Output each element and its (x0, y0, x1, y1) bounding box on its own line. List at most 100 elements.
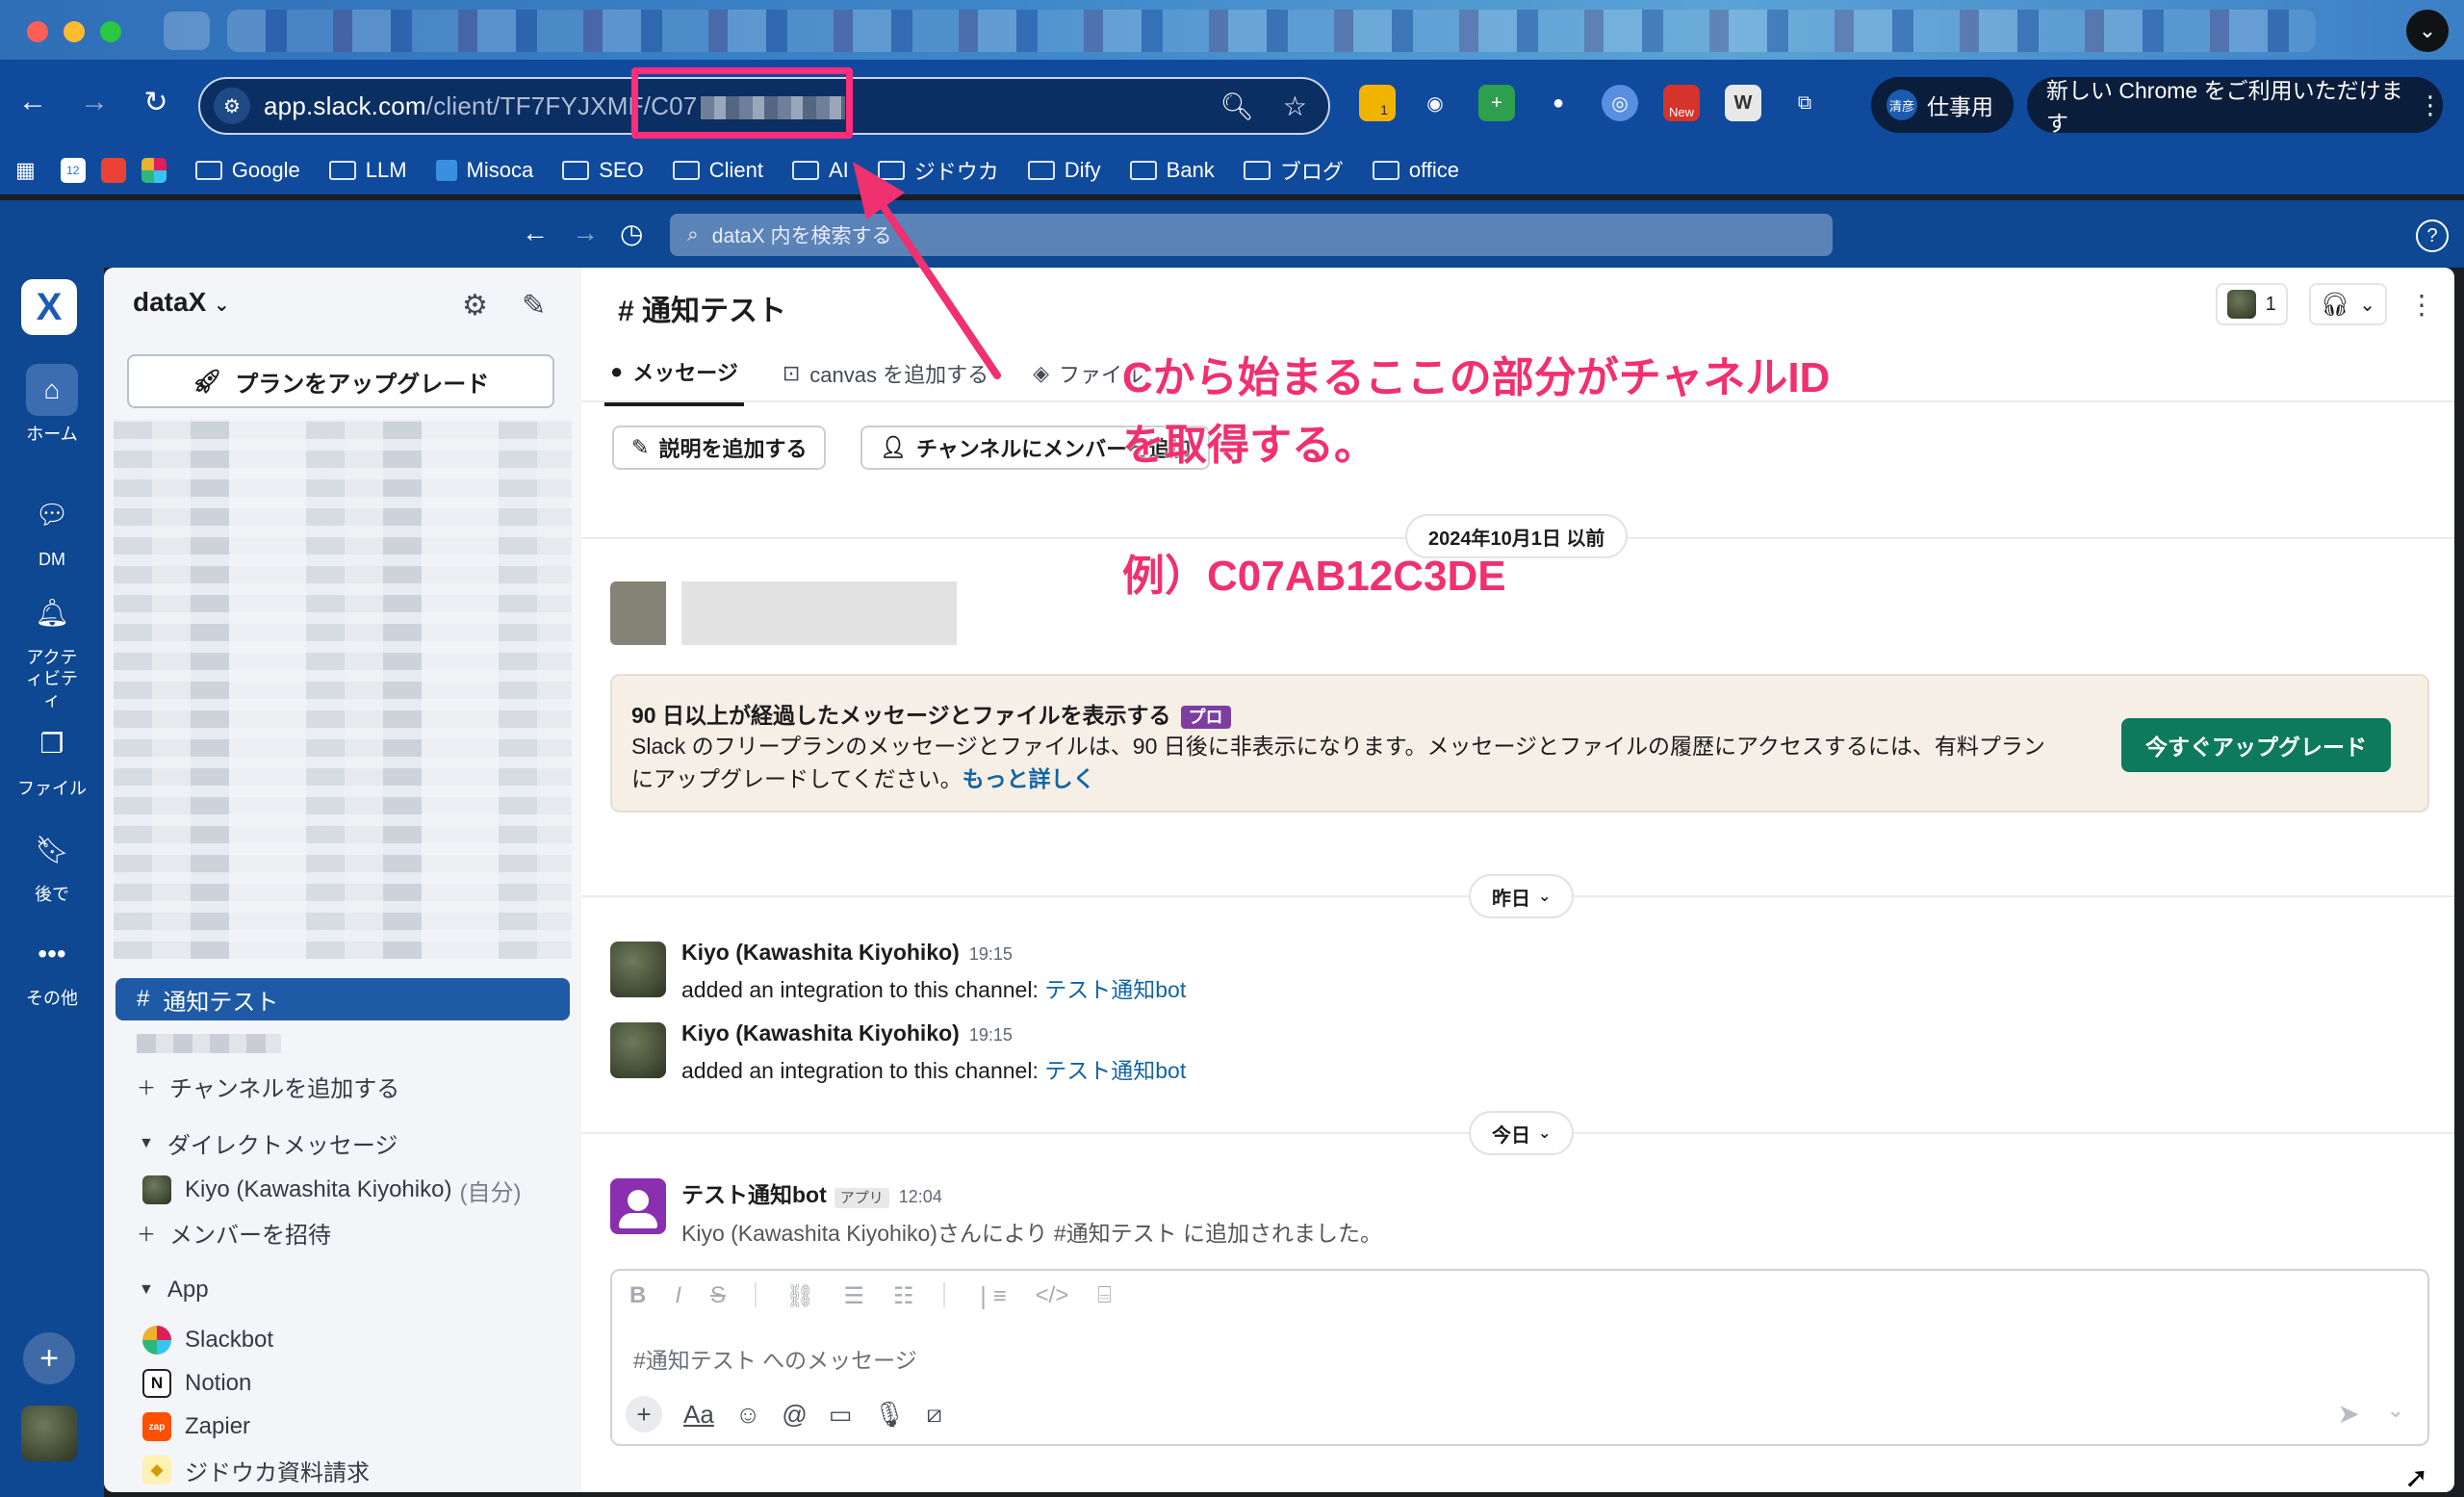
strikethrough-icon[interactable]: S (710, 1282, 726, 1310)
message-author[interactable]: Kiyo (Kawashita Kiyohiko) (681, 940, 960, 965)
chevron-down-icon[interactable]: ⌄ (2359, 293, 2375, 317)
bookmark-folder[interactable]: ブログ (1243, 155, 1344, 186)
bookmark-folder[interactable]: Bank (1129, 158, 1215, 183)
tab-search-chevron-icon[interactable]: ⌄ (2406, 10, 2449, 52)
history-back-icon[interactable]: ← (522, 218, 549, 248)
message-avatar[interactable] (610, 942, 666, 997)
video-icon[interactable]: ▭ (829, 1400, 853, 1430)
window-minimize-button[interactable] (64, 21, 85, 42)
extension-search-icon[interactable]: ◎ (1602, 85, 1638, 121)
add-workspace-button[interactable]: + (23, 1332, 75, 1384)
extensions-puzzle-icon[interactable]: ⧉ (1786, 85, 1823, 121)
chrome-update-button[interactable]: 新しい Chrome をご利用いただけます ⋮ (2027, 77, 2443, 136)
rail-item-2[interactable]: 🔔︎ アクティビティ (0, 587, 104, 710)
sidebar-channel-redacted[interactable] (116, 1022, 570, 1065)
slack-search-input[interactable]: ⌕ dataX 内を検索する (670, 214, 1833, 256)
reload-icon[interactable]: ↻ (137, 83, 175, 121)
huddle-button[interactable]: 🎧︎ ⌄ (2308, 283, 2387, 325)
extension-new-icon[interactable]: New (1663, 85, 1700, 121)
code-block-icon[interactable]: ⌸ (1097, 1282, 1111, 1310)
apps-grid-icon[interactable]: ▦ (15, 158, 36, 183)
bold-icon[interactable]: B (629, 1282, 646, 1310)
message-time[interactable]: 12:04 (899, 1187, 942, 1206)
bot-avatar[interactable] (610, 1178, 666, 1234)
extension-notes-icon[interactable]: 1 (1359, 85, 1396, 121)
help-icon[interactable]: ? (2416, 219, 2449, 252)
sidebar-dm-user[interactable]: Kiyo (Kawashita Kiyohiko) (自分) (116, 1169, 570, 1211)
rail-item-5[interactable]: ••• その他 (0, 928, 104, 1009)
calendar-bookmark-icon[interactable]: 12 (60, 158, 86, 183)
browser-tab-slack[interactable] (164, 12, 210, 50)
date-pill-today[interactable]: 今日 ⌄ (1469, 1111, 1575, 1155)
bot-name[interactable]: テスト通知bot (681, 1182, 827, 1207)
gmail-bookmark-icon[interactable] (100, 158, 126, 183)
tab-1[interactable]: ⊡ canvas を追加する (777, 347, 994, 406)
sidebar-app-item[interactable]: zap Zapier (116, 1406, 570, 1448)
rail-item-0[interactable]: ⌂ ホーム (0, 364, 104, 445)
kebab-menu-icon[interactable]: ⋮ (2408, 289, 2435, 321)
invite-members-button[interactable]: ＋ メンバーを招待 (116, 1211, 570, 1253)
message-time[interactable]: 19:15 (969, 1025, 1013, 1045)
add-channel-button[interactable]: ＋ チャンネルを追加する (116, 1065, 570, 1107)
rail-item-4[interactable]: 🔖︎ 後で (0, 824, 104, 905)
sidebar-channel-active[interactable]: # 通知テスト (116, 978, 570, 1020)
compose-icon[interactable]: ✎ (522, 289, 546, 323)
history-forward-icon[interactable]: → (572, 218, 599, 248)
zoom-icon[interactable]: 🔍︎ (1219, 90, 1254, 122)
extension-pokeball-icon[interactable]: ● (1540, 85, 1577, 121)
italic-icon[interactable]: I (675, 1282, 681, 1310)
emoji-icon[interactable]: ☺ (735, 1400, 761, 1430)
bookmark-folder[interactable]: ジドウカ (877, 155, 999, 186)
extension-w-icon[interactable]: W (1725, 85, 1761, 121)
extension-sheets-icon[interactable]: + (1478, 85, 1515, 121)
date-pill-yesterday[interactable]: 昨日 ⌄ (1469, 874, 1575, 918)
composer-placeholder[interactable]: #通知テスト へのメッセージ (633, 1342, 917, 1375)
window-zoom-button[interactable] (100, 21, 121, 42)
bookmark-folder[interactable]: LLM (328, 158, 407, 183)
sidebar-app-item[interactable]: ◆ ジドウカ資料請求 (116, 1449, 570, 1491)
mention-icon[interactable]: @ (782, 1400, 807, 1430)
bookmark-star-icon[interactable]: ☆ (1283, 90, 1307, 122)
bookmark-folder[interactable]: Dify (1027, 158, 1101, 183)
bookmark-folder[interactable]: Google (194, 158, 300, 183)
bookmark-folder[interactable]: AI (791, 158, 849, 183)
rail-item-3[interactable]: ❐ ファイル (0, 718, 104, 799)
user-avatar[interactable] (21, 1406, 77, 1461)
message-time[interactable]: 19:15 (969, 944, 1013, 964)
member-count-button[interactable]: 1 (2215, 283, 2288, 325)
microphone-icon[interactable]: 🎙︎ (873, 1400, 905, 1430)
send-icon[interactable]: ➤ (2338, 1398, 2360, 1430)
message-composer[interactable]: B I S ⛓ ☰ ☷ ❘≡ </> ⌸ #通知テスト へのメッセージ + Aa… (610, 1269, 2429, 1446)
upgrade-plan-button[interactable]: 🚀︎ プランをアップグレード (127, 354, 554, 408)
integration-link[interactable]: テスト通知bot (1044, 1058, 1186, 1083)
settings-gear-icon[interactable]: ⚙ (462, 289, 488, 323)
link-icon[interactable]: ⛓ (785, 1282, 814, 1310)
dm-section-header[interactable]: ▼ ダイレクトメッセージ (139, 1126, 398, 1160)
channel-title-button[interactable]: # 通知テスト (618, 287, 786, 329)
slack-bookmark-icon[interactable] (141, 158, 167, 183)
history-clock-icon[interactable]: ◷ (620, 218, 643, 249)
workspace-name-button[interactable]: dataX ⌄ (133, 287, 230, 318)
site-info-icon[interactable]: ⚙ (214, 88, 250, 124)
attach-plus-icon[interactable]: + (626, 1396, 662, 1432)
send-options-chevron-icon[interactable]: ⌄ (2387, 1398, 2404, 1423)
bookmark-folder[interactable]: Client (672, 158, 763, 183)
ordered-list-icon[interactable]: ☰ (844, 1282, 865, 1310)
tab-0[interactable]: ● メッセージ (604, 347, 744, 406)
kebab-menu-icon[interactable]: ⋮ (2418, 90, 2443, 120)
bookmark-folder[interactable]: office (1372, 158, 1459, 183)
integration-link[interactable]: テスト通知bot (1044, 977, 1186, 1002)
bookmark-folder[interactable]: SEO (562, 158, 644, 183)
chrome-profile-button[interactable]: 清彦 仕事用 (1871, 77, 2014, 133)
bullet-list-icon[interactable]: ☷ (893, 1282, 914, 1310)
rail-item-1[interactable]: 💬︎ DM (0, 489, 104, 570)
message-author[interactable]: Kiyo (Kawashita Kiyohiko) (681, 1020, 960, 1045)
back-arrow-icon[interactable]: ← (13, 83, 52, 121)
forward-arrow-icon[interactable]: → (75, 83, 114, 121)
code-icon[interactable]: </> (1036, 1282, 1069, 1310)
bookmark-site[interactable]: Misoca (435, 158, 533, 183)
browser-tabs-pixelated[interactable] (227, 10, 2316, 52)
quote-icon[interactable]: ❘≡ (974, 1282, 1007, 1310)
add-description-button[interactable]: ✎ 説明を追加する (612, 426, 827, 470)
extension-camera-icon[interactable]: ◉ (1417, 85, 1453, 121)
